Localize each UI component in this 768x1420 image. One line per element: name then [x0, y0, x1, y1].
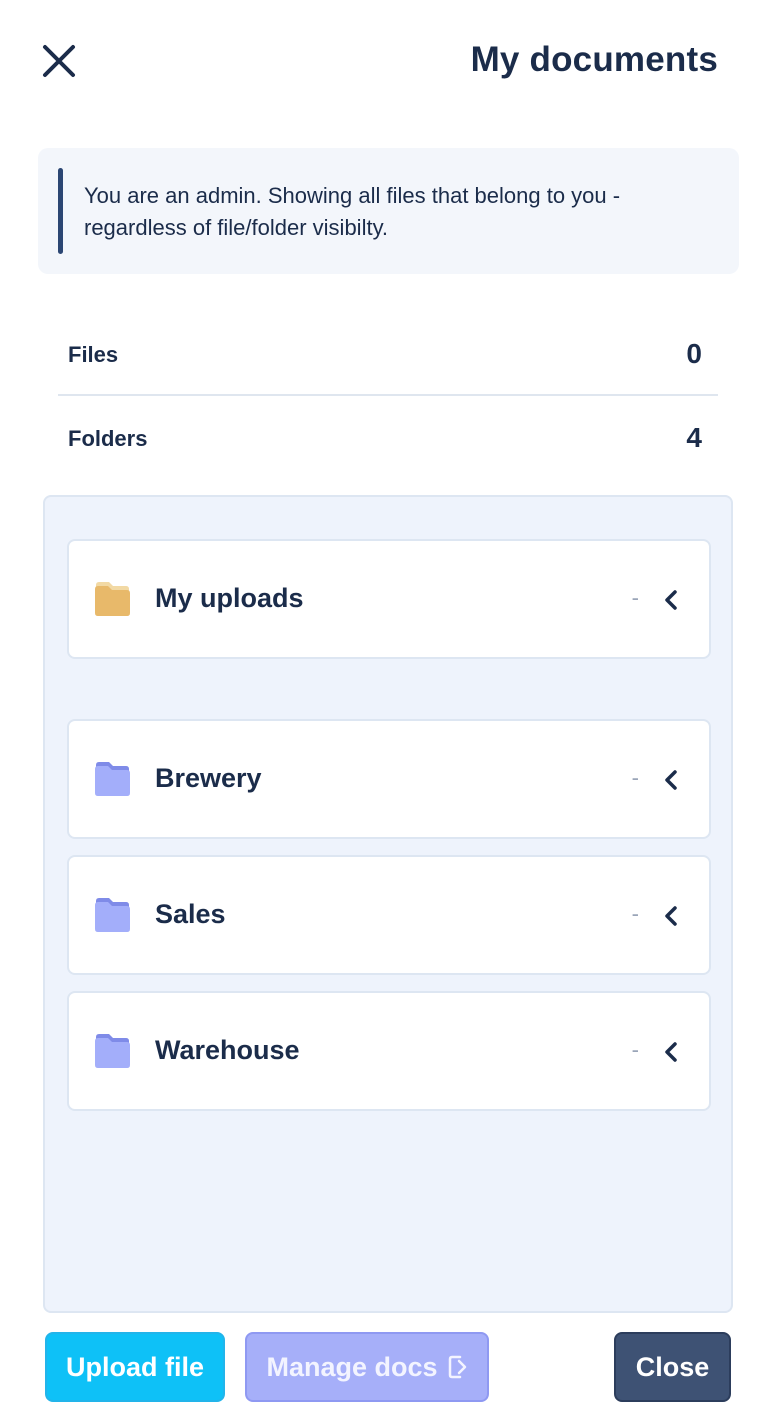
header: My documents [0, 0, 768, 120]
upload-file-label: Upload file [65, 1351, 204, 1382]
folder-item-sales[interactable]: Sales - [67, 855, 711, 975]
folder-item-my-uploads[interactable]: My uploads - [67, 539, 711, 659]
admin-notice: You are an admin. Showing all files that… [38, 148, 739, 274]
stat-files-label: Files [68, 342, 119, 367]
folder-icon [95, 898, 130, 932]
folder-name: My uploads [155, 583, 304, 613]
manage-docs-label: Manage docs [266, 1351, 438, 1382]
stat-folders-label: Folders [68, 426, 148, 451]
chevron-left-icon[interactable] [663, 769, 679, 791]
page-title: My documents [470, 40, 718, 79]
folder-icon [95, 582, 130, 616]
close-button-label: Close [635, 1351, 710, 1382]
folder-meta: - [631, 901, 639, 926]
upload-file-button[interactable]: Upload file [45, 1332, 225, 1402]
folder-icon [95, 1034, 130, 1068]
chevron-left-icon[interactable] [663, 589, 679, 611]
notice-text: You are an admin. Showing all files that… [84, 183, 621, 240]
stat-folders-value: 4 [686, 422, 702, 453]
close-icon[interactable] [40, 42, 78, 80]
folder-meta: - [631, 765, 639, 790]
stat-folders: Folders 4 [58, 394, 718, 476]
external-link-icon [448, 1355, 466, 1379]
folder-item-warehouse[interactable]: Warehouse - [67, 991, 711, 1111]
stat-files: Files 0 [58, 316, 718, 394]
folder-list: My uploads - Brewery - Sales - Warehouse… [43, 495, 733, 1313]
folder-name: Brewery [155, 763, 262, 793]
folder-name: Sales [155, 899, 226, 929]
notice-accent-bar [58, 168, 63, 254]
chevron-left-icon[interactable] [663, 1041, 679, 1063]
chevron-left-icon[interactable] [663, 905, 679, 927]
folder-item-brewery[interactable]: Brewery - [67, 719, 711, 839]
close-button[interactable]: Close [614, 1332, 731, 1402]
folder-icon [95, 762, 130, 796]
folder-name: Warehouse [155, 1035, 300, 1065]
stats-summary: Files 0 Folders 4 [58, 316, 718, 476]
folder-meta: - [631, 585, 639, 610]
manage-docs-button[interactable]: Manage docs [245, 1332, 489, 1402]
stat-files-value: 0 [686, 338, 702, 369]
folder-meta: - [631, 1037, 639, 1062]
